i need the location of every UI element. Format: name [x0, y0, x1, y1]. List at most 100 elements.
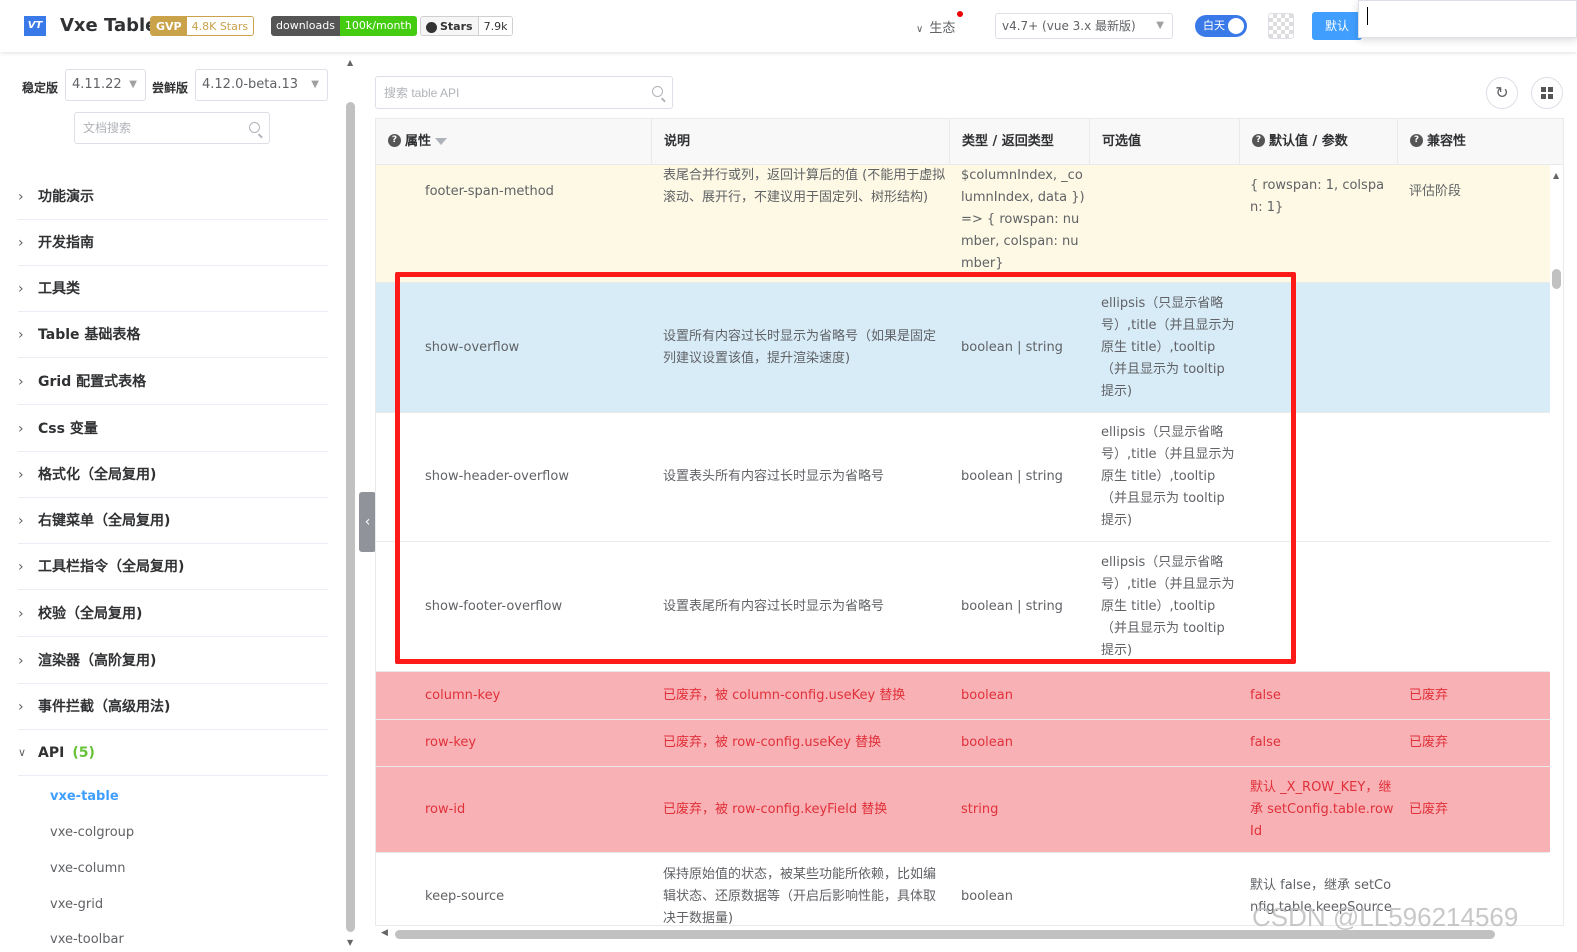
scroll-up-icon[interactable]: ▲ — [347, 58, 353, 67]
beta-version-value: 4.12.0-beta.13 — [202, 77, 299, 92]
api-item-vxe-grid[interactable]: vxe-grid — [50, 897, 103, 912]
cell-options — [1101, 165, 1241, 282]
cell-options — [1101, 853, 1241, 925]
app-title[interactable]: Vxe Table — [60, 15, 157, 36]
gvp-badge[interactable]: GVP 4.8K Stars — [150, 16, 255, 36]
chevron-right-icon: › — [18, 606, 24, 622]
menu-item-css-vars[interactable]: › Css 变量 — [18, 406, 328, 452]
cell-compat: 已废弃 — [1409, 687, 1449, 703]
app-header: VT Vxe Table GVP 4.8K Stars downloads 10… — [0, 0, 1577, 52]
scrollbar-thumb[interactable] — [1552, 269, 1561, 289]
api-item-vxe-column[interactable]: vxe-column — [50, 861, 126, 876]
chevron-down-icon: ∨ — [18, 746, 27, 759]
dropdown-popup[interactable] — [1358, 0, 1577, 38]
menu-item-tools[interactable]: › 工具类 — [18, 266, 328, 312]
cell-compat — [1409, 413, 1509, 541]
gvp-badge-label: GVP — [151, 17, 187, 35]
column-header-description[interactable]: 说明 — [652, 119, 950, 165]
menu-item-label: 工具类 — [38, 281, 80, 297]
downloads-badge-value: 100k/month — [339, 16, 417, 36]
cell-text: { rowspan: 1, colspan: 1} — [1250, 178, 1385, 215]
cell-property: footer-span-method — [425, 183, 554, 199]
logo-icon[interactable]: VT — [24, 16, 46, 36]
sidebar-scrollbar[interactable]: ▲ ▼ — [344, 52, 358, 952]
cell-default: false — [1250, 687, 1281, 703]
theme-toggle[interactable]: 白天 — [1195, 15, 1247, 37]
api-item-vxe-toolbar[interactable]: vxe-toolbar — [50, 932, 124, 947]
chevron-right-icon: › — [18, 327, 24, 343]
doc-search-input[interactable] — [75, 113, 269, 143]
table-vertical-scrollbar[interactable]: ▲ — [1550, 165, 1563, 925]
ecosystem-menu[interactable]: ∨ 生态 — [916, 11, 964, 36]
cell-options — [1101, 720, 1241, 766]
stable-version-value: 4.11.22 — [72, 77, 122, 92]
cell-compat — [1409, 283, 1509, 412]
color-palette-icon[interactable] — [1268, 13, 1294, 39]
annotation-highlight-box — [395, 272, 1296, 664]
help-icon: ? — [1252, 134, 1265, 147]
menu-item-validation[interactable]: › 校验（全局复用) — [18, 591, 328, 637]
stable-version-select[interactable]: 4.11.22 ▼ — [65, 69, 146, 101]
caret-down-icon: ▼ — [1156, 20, 1164, 31]
table-row[interactable]: row-id 已废弃，被 row-config.keyField 替换 stri… — [376, 767, 1550, 853]
refresh-icon: ↻ — [1495, 83, 1509, 102]
cell-type: boolean — [961, 735, 1013, 750]
api-search-input[interactable] — [376, 77, 672, 108]
column-header-label: 类型 / 返回类型 — [962, 134, 1054, 149]
refresh-button[interactable]: ↻ — [1486, 77, 1518, 109]
cell-description: 已废弃，被 row-config.keyField 替换 — [663, 801, 888, 817]
toggle-knob — [1228, 18, 1244, 34]
scroll-down-icon[interactable]: ▼ — [347, 938, 353, 947]
beta-version-select[interactable]: 4.12.0-beta.13 ▼ — [195, 69, 328, 101]
column-settings-button[interactable] — [1531, 77, 1563, 109]
scrollbar-thumb[interactable] — [346, 102, 355, 932]
api-item-vxe-colgroup[interactable]: vxe-colgroup — [50, 825, 134, 840]
cell-compat: 评估阶段 — [1409, 183, 1462, 199]
menu-item-table[interactable]: › Table 基础表格 — [18, 312, 328, 358]
menu-item-grid[interactable]: › Grid 配置式表格 — [18, 359, 328, 405]
chevron-right-icon: › — [18, 699, 24, 715]
column-header-default[interactable]: ? 默认值 / 参数 — [1240, 119, 1398, 165]
scroll-left-icon[interactable]: ◀ — [381, 928, 388, 938]
version-select-value: v4.7+ (vue 3.x 最新版) — [1002, 19, 1136, 33]
menu-item-demo[interactable]: › 功能演示 — [18, 174, 328, 220]
column-header-type[interactable]: 类型 / 返回类型 — [950, 119, 1090, 165]
github-stars-badge[interactable]: Stars 7.9k — [420, 16, 514, 36]
chevron-right-icon: › — [18, 559, 24, 575]
table-row[interactable]: row-key 已废弃，被 row-config.useKey 替换 boole… — [376, 720, 1550, 767]
help-icon: ? — [388, 134, 401, 147]
menu-item-formatter[interactable]: › 格式化（全局复用) — [18, 452, 328, 498]
menu-item-renderer[interactable]: › 渲染器（高阶复用) — [18, 638, 328, 684]
cell-text: 表尾合并行或列，返回计算后的值 (不能用于虚拟滚动、展开行，不建议用于固定列、树… — [663, 168, 946, 205]
caret-down-icon: ▼ — [311, 79, 319, 90]
table-row[interactable]: footer-span-method 表尾合并行或列，返回计算后的值 (不能用于… — [376, 165, 1550, 283]
menu-item-label: API — [38, 745, 65, 761]
default-size-button[interactable]: 默认 — [1312, 12, 1362, 40]
version-select[interactable]: v4.7+ (vue 3.x 最新版) ▼ — [995, 13, 1173, 39]
menu-item-label: 校验（全局复用) — [38, 606, 143, 622]
table-row[interactable]: column-key 已废弃，被 column-config.useKey 替换… — [376, 672, 1550, 720]
menu-item-toolbar-commands[interactable]: › 工具栏指令（全局复用) — [18, 544, 328, 590]
menu-item-guide[interactable]: › 开发指南 — [18, 220, 328, 266]
api-search-box[interactable] — [375, 76, 673, 109]
cell-description: 保持原始值的状态，被某些功能所依赖，比如编辑状态、还原数据等（开启后影响性能，具… — [663, 853, 946, 926]
menu-item-api[interactable]: ∨ API (5) — [18, 730, 328, 776]
chevron-right-icon: › — [18, 467, 24, 483]
column-header-options[interactable]: 可选值 — [1090, 119, 1240, 165]
cell-type: string — [961, 801, 999, 817]
api-item-vxe-table[interactable]: vxe-table — [50, 789, 119, 804]
theme-toggle-label: 白天 — [1203, 19, 1225, 32]
stable-version-label: 稳定版 — [22, 81, 59, 95]
scroll-up-icon[interactable]: ▲ — [1553, 171, 1559, 180]
menu-item-label: Css 变量 — [38, 421, 98, 437]
collapse-sidebar-button[interactable]: ‹ — [359, 492, 376, 552]
grid-icon — [1541, 87, 1553, 99]
downloads-badge[interactable]: downloads 100k/month — [271, 16, 417, 36]
menu-item-context-menu[interactable]: › 右键菜单（全局复用) — [18, 498, 328, 544]
doc-search-box[interactable] — [74, 112, 270, 144]
caret-down-icon: ▼ — [129, 79, 137, 90]
menu-item-interceptor[interactable]: › 事件拦截（高级用法) — [18, 684, 328, 730]
menu-item-label: 右键菜单（全局复用) — [38, 513, 171, 529]
cell-property: keep-source — [425, 888, 505, 904]
menu-item-label: 格式化（全局复用) — [38, 467, 157, 483]
